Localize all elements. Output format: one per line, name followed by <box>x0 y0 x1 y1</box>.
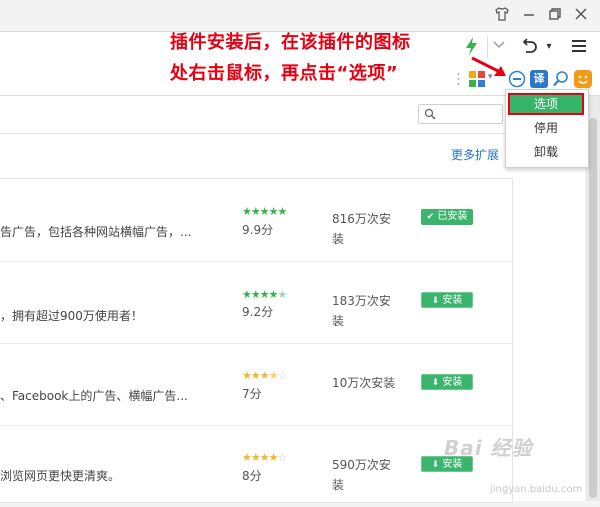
rating-score: 9.2分 <box>242 305 274 319</box>
menu-icon[interactable] <box>568 36 590 58</box>
annotation-line-2: 处右击鼠标，再点击“选项” <box>170 63 399 84</box>
skin-shirt-icon[interactable] <box>493 6 511 24</box>
extension-description: 、Facebook上的广告、横幅广告... <box>0 389 188 403</box>
close-icon[interactable] <box>572 6 590 24</box>
rating-stars: ★★★★☆ <box>242 451 287 464</box>
list-item: 告广告，包括各种网站横幅广告，... ★★★★★ 9.9分 816万次安装 ✔ … <box>0 179 512 262</box>
more-extensions-link[interactable]: 更多扩展 <box>451 146 499 163</box>
installed-button[interactable]: ✔ 已安装 <box>421 209 473 225</box>
annotation-arrow <box>471 56 506 76</box>
context-menu: 选项 停用 卸载 <box>505 89 589 168</box>
scrollbar-thumb[interactable] <box>589 118 597 498</box>
emoji-icon[interactable] <box>574 70 592 88</box>
rating-stars: ★★★★★ <box>242 288 287 301</box>
list-item: ，拥有超过900万使用者！ ★★★★★ 9.2分 183万次安装 ⬇ 安装 <box>0 261 512 344</box>
menu-item-uninstall[interactable]: 卸载 <box>508 141 584 163</box>
rating-stars: ★★★★★ <box>242 205 287 218</box>
rating-score: 8分 <box>242 469 262 483</box>
extension-description: 告广告，包括各种网站横幅广告，... <box>0 225 192 239</box>
annotation-text: 插件安装后，在该插件的图标 处右击鼠标，再点击“选项” <box>170 27 411 89</box>
adblock-icon[interactable] <box>508 70 526 88</box>
extension-description: ，拥有超过900万使用者！ <box>0 309 143 323</box>
list-item: 浏览网页更快更清爽。 ★★★★☆ 8分 590万次安装 ⬇ 安装 <box>0 425 512 507</box>
search-input-icon <box>424 108 436 120</box>
minimize-icon[interactable] <box>520 6 538 24</box>
install-count: 590万次安装 <box>332 458 391 492</box>
check-icon: ✔ <box>426 212 435 222</box>
undo-icon[interactable] <box>518 36 540 58</box>
install-count: 10万次安装 <box>332 376 396 390</box>
download-arrow-icon: ⬇ <box>431 296 440 306</box>
extension-description: 浏览网页更快更清爽。 <box>0 469 121 483</box>
translate-icon[interactable]: 译 <box>530 70 548 88</box>
search-input[interactable] <box>418 104 503 124</box>
download-arrow-icon: ⬇ <box>431 460 440 470</box>
dropdown-arrow-icon[interactable]: ▾ <box>542 36 556 58</box>
menu-item-options[interactable]: 选项 <box>508 93 584 115</box>
drag-handle[interactable] <box>457 72 460 86</box>
install-button[interactable]: ⬇ 安装 <box>421 292 473 308</box>
list-item: 、Facebook上的广告、横幅广告... ★★★★☆ 7分 10万次安装 ⬇ … <box>0 343 512 426</box>
download-arrow-icon: ⬇ <box>431 378 440 388</box>
extension-list: 告广告，包括各种网站横幅广告，... ★★★★★ 9.9分 816万次安装 ✔ … <box>0 178 513 503</box>
search-icon[interactable] <box>552 70 570 88</box>
rating-score: 7分 <box>242 387 262 401</box>
annotation-line-1: 插件安装后，在该插件的图标 <box>170 32 411 53</box>
menu-item-disable[interactable]: 停用 <box>508 117 584 139</box>
maximize-icon[interactable] <box>546 6 564 24</box>
watermark: Bai 经验 <box>444 436 533 460</box>
rating-score: 9.9分 <box>242 223 274 237</box>
install-count: 816万次安装 <box>332 212 391 246</box>
install-button[interactable]: ⬇ 安装 <box>421 374 473 390</box>
rating-stars: ★★★★☆ <box>242 369 287 382</box>
install-count: 183万次安装 <box>332 294 391 328</box>
divider <box>0 133 585 134</box>
watermark-url: jingyan.baidu.com <box>490 484 583 495</box>
